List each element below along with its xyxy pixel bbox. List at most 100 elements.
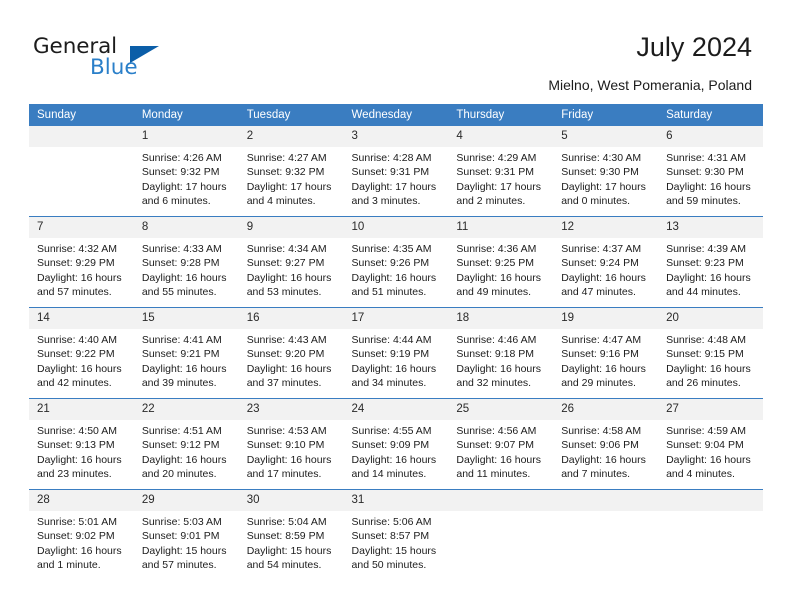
sunrise-text: Sunrise: 4:39 AM xyxy=(666,243,747,255)
calendar-day-cell[interactable]: 16 Sunrise: 4:43 AM Sunset: 9:20 PM Dayligh… xyxy=(238,307,344,399)
sunrise-text: Sunrise: 4:37 AM xyxy=(561,243,642,255)
month-calendar: Sunday Monday Tuesday Wednesday Thursday… xyxy=(29,104,763,580)
day-number: 23 xyxy=(238,399,344,420)
daylight-text-line1: Daylight: 17 hours xyxy=(246,180,332,193)
day-number: 10 xyxy=(343,217,449,238)
day-details: Sunrise: 4:39 AM Sunset: 9:23 PM Daylight:… xyxy=(658,238,763,299)
daylight-text-line2: and 37 minutes. xyxy=(246,376,322,389)
sunset-text: Sunset: 9:32 PM xyxy=(141,166,220,179)
sunset-text: Sunset: 9:31 PM xyxy=(456,166,535,179)
calendar-day-cell[interactable]: 26 Sunrise: 4:58 AM Sunset: 9:06 PM Dayligh… xyxy=(553,398,659,490)
calendar-day-cell[interactable]: 20 Sunrise: 4:48 AM Sunset: 9:15 PM Dayligh… xyxy=(658,307,763,399)
general-blue-logo[interactable]: General Blue xyxy=(33,36,213,84)
sunset-text: Sunset: 9:23 PM xyxy=(666,257,744,270)
daylight-text-line2: and 1 minute. xyxy=(37,558,101,571)
daylight-text-line1: Daylight: 16 hours xyxy=(141,362,227,375)
calendar-day-cell[interactable]: 1 Sunrise: 4:26 AM Sunset: 9:32 PM Daylight… xyxy=(133,126,239,217)
day-details: Sunrise: 5:06 AM Sunset: 8:57 PM Daylight:… xyxy=(344,511,449,572)
sunset-text: Sunset: 9:02 PM xyxy=(37,530,115,543)
calendar-day-cell[interactable]: 6 Sunrise: 4:31 AM Sunset: 9:30 PM Daylight… xyxy=(658,126,763,217)
daylight-text-line1: Daylight: 16 hours xyxy=(561,362,646,375)
daylight-text-line2: and 23 minutes. xyxy=(37,467,112,480)
sunset-text: Sunset: 9:29 PM xyxy=(37,257,115,270)
day-number xyxy=(553,490,659,511)
sunrise-text: Sunrise: 4:53 AM xyxy=(246,425,327,437)
day-details: Sunrise: 4:46 AM Sunset: 9:18 PM Daylight:… xyxy=(448,329,553,390)
calendar-day-cell[interactable]: 18 Sunrise: 4:46 AM Sunset: 9:18 PM Dayligh… xyxy=(448,307,554,399)
day-number: 3 xyxy=(343,126,449,147)
daylight-text-line1: Daylight: 16 hours xyxy=(666,271,751,284)
calendar-day-cell[interactable]: 9 Sunrise: 4:34 AM Sunset: 9:27 PM Daylight… xyxy=(238,216,344,308)
sunrise-text: Sunrise: 4:50 AM xyxy=(37,425,117,437)
calendar-day-cell[interactable]: 4 Sunrise: 4:29 AM Sunset: 9:31 PM Daylight… xyxy=(448,126,554,217)
sunset-text: Sunset: 9:20 PM xyxy=(246,348,325,361)
day-number: 15 xyxy=(133,308,239,329)
daylight-text-line1: Daylight: 15 hours xyxy=(246,544,332,557)
daylight-text-line2: and 20 minutes. xyxy=(141,467,217,480)
calendar-day-cell[interactable]: 17 Sunrise: 4:44 AM Sunset: 9:19 PM Dayligh… xyxy=(343,307,449,399)
day-number: 4 xyxy=(448,126,554,147)
calendar-day-cell[interactable]: 23 Sunrise: 4:53 AM Sunset: 9:10 PM Dayligh… xyxy=(238,398,344,490)
daylight-text-line1: Daylight: 16 hours xyxy=(561,453,646,466)
daylight-text-line2: and 50 minutes. xyxy=(351,558,427,571)
calendar-day-cell[interactable]: 25 Sunrise: 4:56 AM Sunset: 9:07 PM Dayligh… xyxy=(448,398,554,490)
calendar-day-cell[interactable]: 19 Sunrise: 4:47 AM Sunset: 9:16 PM Dayligh… xyxy=(553,307,659,399)
day-details: Sunrise: 4:34 AM Sunset: 9:27 PM Daylight:… xyxy=(239,238,344,299)
sunset-text: Sunset: 9:22 PM xyxy=(37,348,115,361)
day-details: Sunrise: 4:35 AM Sunset: 9:26 PM Daylight:… xyxy=(344,238,449,299)
calendar-body: 1 Sunrise: 4:26 AM Sunset: 9:32 PM Daylight… xyxy=(29,126,763,580)
sunrise-text: Sunrise: 4:40 AM xyxy=(37,334,117,346)
calendar-day-cell[interactable]: 12 Sunrise: 4:37 AM Sunset: 9:24 PM Dayligh… xyxy=(553,216,659,308)
sunset-text: Sunset: 9:09 PM xyxy=(351,439,430,452)
calendar-day-cell[interactable]: 22 Sunrise: 4:51 AM Sunset: 9:12 PM Dayligh… xyxy=(133,398,239,490)
calendar-day-cell[interactable]: 11 Sunrise: 4:36 AM Sunset: 9:25 PM Dayligh… xyxy=(448,216,554,308)
day-number: 22 xyxy=(133,399,239,420)
weekday-header-tuesday: Tuesday xyxy=(238,104,344,126)
calendar-day-cell[interactable]: 10 Sunrise: 4:35 AM Sunset: 9:26 PM Dayligh… xyxy=(343,216,449,308)
calendar-day-cell[interactable]: 24 Sunrise: 4:55 AM Sunset: 9:09 PM Dayligh… xyxy=(343,398,449,490)
calendar-day-cell[interactable]: 14 Sunrise: 4:40 AM Sunset: 9:22 PM Dayligh… xyxy=(29,307,134,399)
day-details: Sunrise: 4:32 AM Sunset: 9:29 PM Daylight:… xyxy=(29,238,134,299)
day-details: Sunrise: 4:55 AM Sunset: 9:09 PM Daylight:… xyxy=(344,420,449,481)
calendar-day-cell[interactable]: 28 Sunrise: 5:01 AM Sunset: 9:02 PM Dayligh… xyxy=(29,489,134,580)
calendar-day-cell[interactable]: 3 Sunrise: 4:28 AM Sunset: 9:31 PM Daylight… xyxy=(343,126,449,217)
day-details: Sunrise: 4:41 AM Sunset: 9:21 PM Daylight:… xyxy=(134,329,239,390)
daylight-text-line1: Daylight: 15 hours xyxy=(141,544,227,557)
daylight-text-line1: Daylight: 16 hours xyxy=(351,362,437,375)
calendar-day-cell[interactable]: 27 Sunrise: 4:59 AM Sunset: 9:04 PM Dayligh… xyxy=(658,398,763,490)
calendar-day-cell[interactable]: 30 Sunrise: 5:04 AM Sunset: 8:59 PM Dayligh… xyxy=(238,489,344,580)
sunset-text: Sunset: 9:24 PM xyxy=(561,257,639,270)
calendar-day-cell[interactable]: 5 Sunrise: 4:30 AM Sunset: 9:30 PM Daylight… xyxy=(553,126,659,217)
sunset-text: Sunset: 9:26 PM xyxy=(351,257,430,270)
calendar-day-cell[interactable]: 21 Sunrise: 4:50 AM Sunset: 9:13 PM Dayligh… xyxy=(29,398,134,490)
sunrise-text: Sunrise: 4:36 AM xyxy=(456,243,537,255)
day-details: Sunrise: 4:51 AM Sunset: 9:12 PM Daylight:… xyxy=(134,420,239,481)
sunset-text: Sunset: 9:19 PM xyxy=(351,348,430,361)
daylight-text-line2: and 2 minutes. xyxy=(456,194,526,207)
calendar-day-cell[interactable]: 31 Sunrise: 5:06 AM Sunset: 8:57 PM Dayligh… xyxy=(343,489,449,580)
daylight-text-line1: Daylight: 16 hours xyxy=(456,453,542,466)
day-number: 18 xyxy=(448,308,554,329)
day-details: Sunrise: 4:44 AM Sunset: 9:19 PM Daylight:… xyxy=(344,329,449,390)
sunrise-text: Sunrise: 5:03 AM xyxy=(141,516,222,528)
sunset-text: Sunset: 9:18 PM xyxy=(456,348,535,361)
calendar-day-cell[interactable]: 8 Sunrise: 4:33 AM Sunset: 9:28 PM Daylight… xyxy=(133,216,239,308)
day-number: 17 xyxy=(343,308,449,329)
calendar-day-cell[interactable]: 29 Sunrise: 5:03 AM Sunset: 9:01 PM Dayligh… xyxy=(133,489,239,580)
sunrise-text: Sunrise: 4:35 AM xyxy=(351,243,432,255)
day-details: Sunrise: 5:03 AM Sunset: 9:01 PM Daylight:… xyxy=(134,511,239,572)
calendar-day-cell[interactable]: 15 Sunrise: 4:41 AM Sunset: 9:21 PM Dayligh… xyxy=(133,307,239,399)
daylight-text-line2: and 26 minutes. xyxy=(666,376,741,389)
sunrise-text: Sunrise: 4:27 AM xyxy=(246,152,327,164)
daylight-text-line1: Daylight: 16 hours xyxy=(37,453,122,466)
day-number: 11 xyxy=(448,217,554,238)
sunset-text: Sunset: 9:01 PM xyxy=(141,530,220,543)
calendar-cell-empty xyxy=(448,489,554,580)
daylight-text-line2: and 17 minutes. xyxy=(246,467,322,480)
calendar-day-cell[interactable]: 2 Sunrise: 4:27 AM Sunset: 9:32 PM Daylight… xyxy=(238,126,344,217)
calendar-day-cell[interactable]: 7 Sunrise: 4:32 AM Sunset: 9:29 PM Daylight… xyxy=(29,216,134,308)
calendar-day-cell[interactable]: 13 Sunrise: 4:39 AM Sunset: 9:23 PM Dayligh… xyxy=(658,216,763,308)
calendar-week-row: 7 Sunrise: 4:32 AM Sunset: 9:29 PM Daylight… xyxy=(29,216,763,308)
sunrise-text: Sunrise: 4:44 AM xyxy=(351,334,432,346)
day-number xyxy=(29,126,134,147)
